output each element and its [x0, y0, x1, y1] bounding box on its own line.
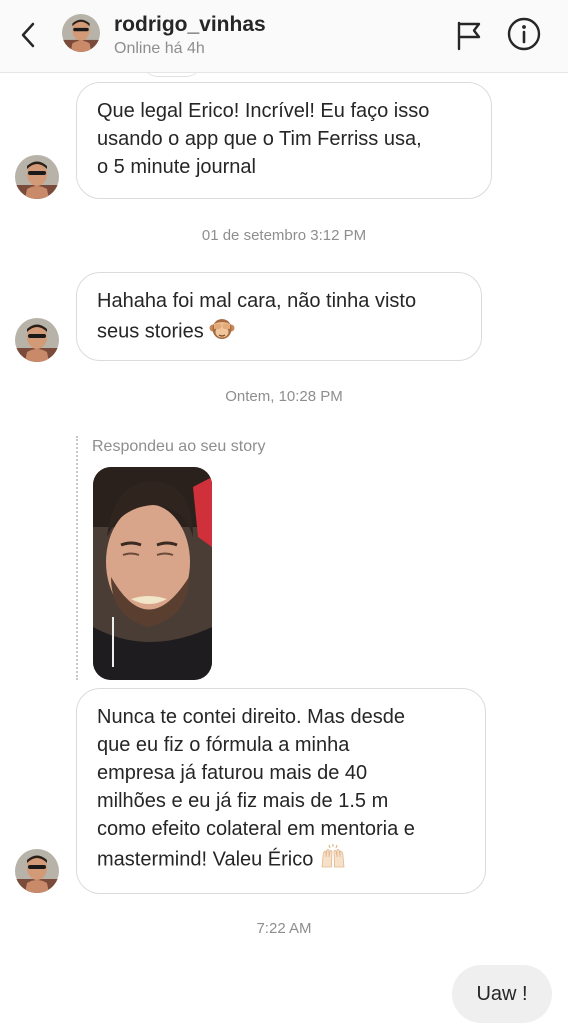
message-text: Hahaha foi mal cara, não tinha visto seu… — [97, 290, 417, 343]
flag-icon — [457, 21, 481, 51]
story-thumbnail[interactable] — [93, 467, 212, 680]
back-button[interactable] — [14, 18, 44, 52]
info-icon — [507, 17, 541, 51]
timestamp: Ontem, 10:28 PM — [225, 388, 343, 405]
header-avatar[interactable] — [62, 14, 100, 52]
chat-header: rodrigo_vinhas Online há 4h — [0, 0, 568, 73]
message-text: Uaw ! — [476, 983, 528, 1005]
sender-avatar[interactable] — [15, 849, 59, 893]
story-reply-label: Respondeu ao seu story — [92, 438, 266, 455]
message-text: Nunca te contei direito. Mas desde que e… — [97, 706, 415, 871]
see-no-evil-monkey-icon — [209, 315, 235, 349]
sender-avatar[interactable] — [15, 318, 59, 362]
received-message[interactable]: Nunca te contei direito. Mas desde que e… — [76, 688, 486, 894]
sent-message[interactable]: Uaw ! — [452, 965, 552, 1023]
received-message[interactable]: Que legal Erico! Incrível! Eu faço isso … — [76, 82, 492, 199]
timestamp: 7:22 AM — [256, 920, 312, 937]
message-text: Que legal Erico! Incrível! Eu faço isso … — [97, 100, 430, 178]
report-button[interactable] — [452, 18, 484, 52]
story-reply-line — [76, 436, 78, 680]
sender-avatar[interactable] — [15, 155, 59, 199]
chevron-left-icon — [21, 22, 35, 48]
online-status: Online há 4h — [114, 40, 205, 57]
raising-hands-icon — [319, 843, 347, 877]
chat-username[interactable]: rodrigo_vinhas — [114, 13, 266, 37]
info-button[interactable] — [506, 16, 542, 52]
received-message[interactable]: Hahaha foi mal cara, não tinha visto seu… — [76, 272, 482, 361]
timestamp: 01 de setembro 3:12 PM — [201, 227, 367, 244]
